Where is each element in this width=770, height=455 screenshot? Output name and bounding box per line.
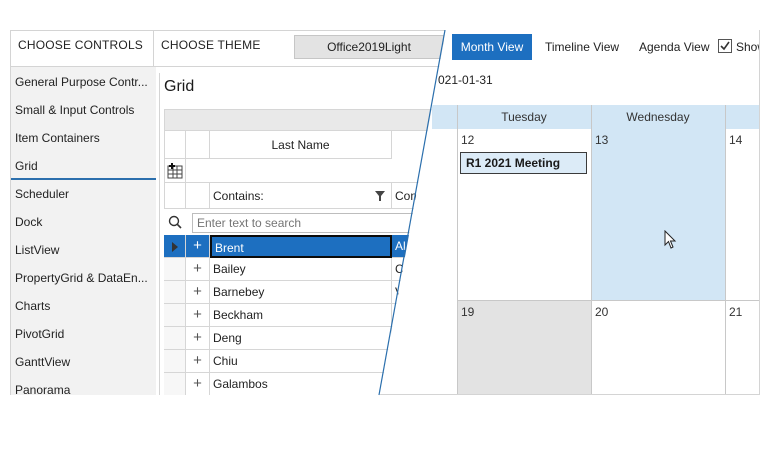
cell-last-name[interactable]: Deng	[210, 327, 392, 350]
day-number: 20	[595, 305, 609, 319]
row-indicator	[164, 258, 186, 281]
choose-controls-label[interactable]: CHOOSE CONTROLS	[18, 38, 143, 52]
nav-item-small-input[interactable]: Small & Input Controls	[15, 96, 155, 124]
mouse-cursor-icon	[664, 230, 677, 249]
show-checkbox-label[interactable]: Show	[736, 34, 759, 60]
show-checkbox[interactable]	[718, 39, 732, 53]
search-icon	[168, 215, 182, 229]
add-row-icon[interactable]	[167, 163, 183, 179]
nav-item-dock[interactable]: Dock	[15, 208, 155, 236]
timeline-view-button[interactable]: Timeline View	[545, 34, 619, 60]
day-separator	[725, 105, 726, 394]
nav-item-panorama[interactable]: Panorama	[15, 376, 155, 395]
grid-title: Grid	[164, 78, 195, 95]
current-row-arrow-icon	[172, 242, 178, 252]
day-cell-20[interactable]: 20	[591, 301, 725, 394]
column-header-last-name[interactable]: Last Name	[210, 131, 392, 159]
diagonal-divider	[378, 30, 446, 396]
header-separator	[153, 31, 154, 66]
day-cell-14[interactable]: 14	[725, 129, 759, 301]
nav-item-charts[interactable]: Charts	[15, 292, 155, 320]
cell-last-name[interactable]: Beckham	[210, 304, 392, 327]
row-indicator	[164, 350, 186, 373]
controls-nav: General Purpose Contr... Small & Input C…	[10, 67, 156, 395]
day-separator	[591, 105, 592, 394]
cell-last-name[interactable]: Barnebey	[210, 281, 392, 304]
nav-item-item-containers[interactable]: Item Containers	[15, 124, 155, 152]
choose-theme-label: CHOOSE THEME	[161, 38, 261, 52]
search-icon-cell	[164, 210, 186, 234]
nav-item-propertygrid[interactable]: PropertyGrid & DataEn...	[15, 264, 155, 292]
expand-plus-icon[interactable]: +	[186, 350, 210, 373]
month-view-button[interactable]: Month View	[452, 34, 532, 60]
row-indicator	[164, 373, 186, 395]
nav-item-general[interactable]: General Purpose Contr...	[15, 68, 155, 96]
filter-operator-label: Contains:	[213, 189, 264, 203]
cell-last-name[interactable]: Brent	[210, 235, 392, 258]
row-indicator	[164, 281, 186, 304]
agenda-view-button[interactable]: Agenda View	[639, 34, 710, 60]
add-new-row-cell[interactable]	[164, 159, 186, 183]
cell-last-name[interactable]: Chiu	[210, 350, 392, 373]
expand-plus-icon[interactable]: +	[186, 327, 210, 350]
expand-plus-icon[interactable]: +	[186, 373, 210, 395]
day-number: 13	[595, 133, 609, 147]
row-indicator	[164, 235, 186, 258]
header-expand-col	[186, 131, 210, 159]
day-separator	[457, 105, 458, 394]
day-cell-19[interactable]: 19	[457, 301, 591, 394]
expand-plus-icon[interactable]: +	[186, 258, 210, 281]
filter-cell-last-name[interactable]: Contains:	[210, 183, 392, 209]
day-number: 14	[729, 133, 743, 147]
header-corner	[164, 131, 186, 159]
nav-item-ganttview[interactable]: GanttView	[15, 348, 155, 376]
expand-plus-icon[interactable]: +	[186, 304, 210, 327]
filter-row-expand	[186, 183, 210, 209]
day-cell-13-selected[interactable]: 13	[591, 129, 725, 301]
nav-item-listview[interactable]: ListView	[15, 236, 155, 264]
row-indicator	[164, 327, 186, 350]
expand-plus-icon[interactable]: +	[186, 281, 210, 304]
day-number: 21	[729, 305, 743, 319]
nav-item-grid[interactable]: Grid	[15, 152, 155, 180]
day-header-tuesday: Tuesday	[501, 110, 547, 124]
nav-item-scheduler[interactable]: Scheduler	[15, 180, 155, 208]
day-number: 12	[461, 133, 475, 147]
checkmark-icon	[720, 41, 730, 51]
cell-last-name[interactable]: Bailey	[210, 258, 392, 281]
day-number: 19	[461, 305, 475, 319]
row-indicator	[164, 304, 186, 327]
filter-row-indicator	[164, 183, 186, 209]
day-header-wednesday: Wednesday	[626, 110, 690, 124]
day-cell-21[interactable]: 21	[725, 301, 759, 394]
expand-plus-icon[interactable]: +	[186, 235, 210, 258]
nav-item-pivotgrid[interactable]: PivotGrid	[15, 320, 155, 348]
cell-last-name[interactable]: Galambos	[210, 373, 392, 395]
appointment[interactable]: R1 2021 Meeting	[460, 152, 587, 174]
